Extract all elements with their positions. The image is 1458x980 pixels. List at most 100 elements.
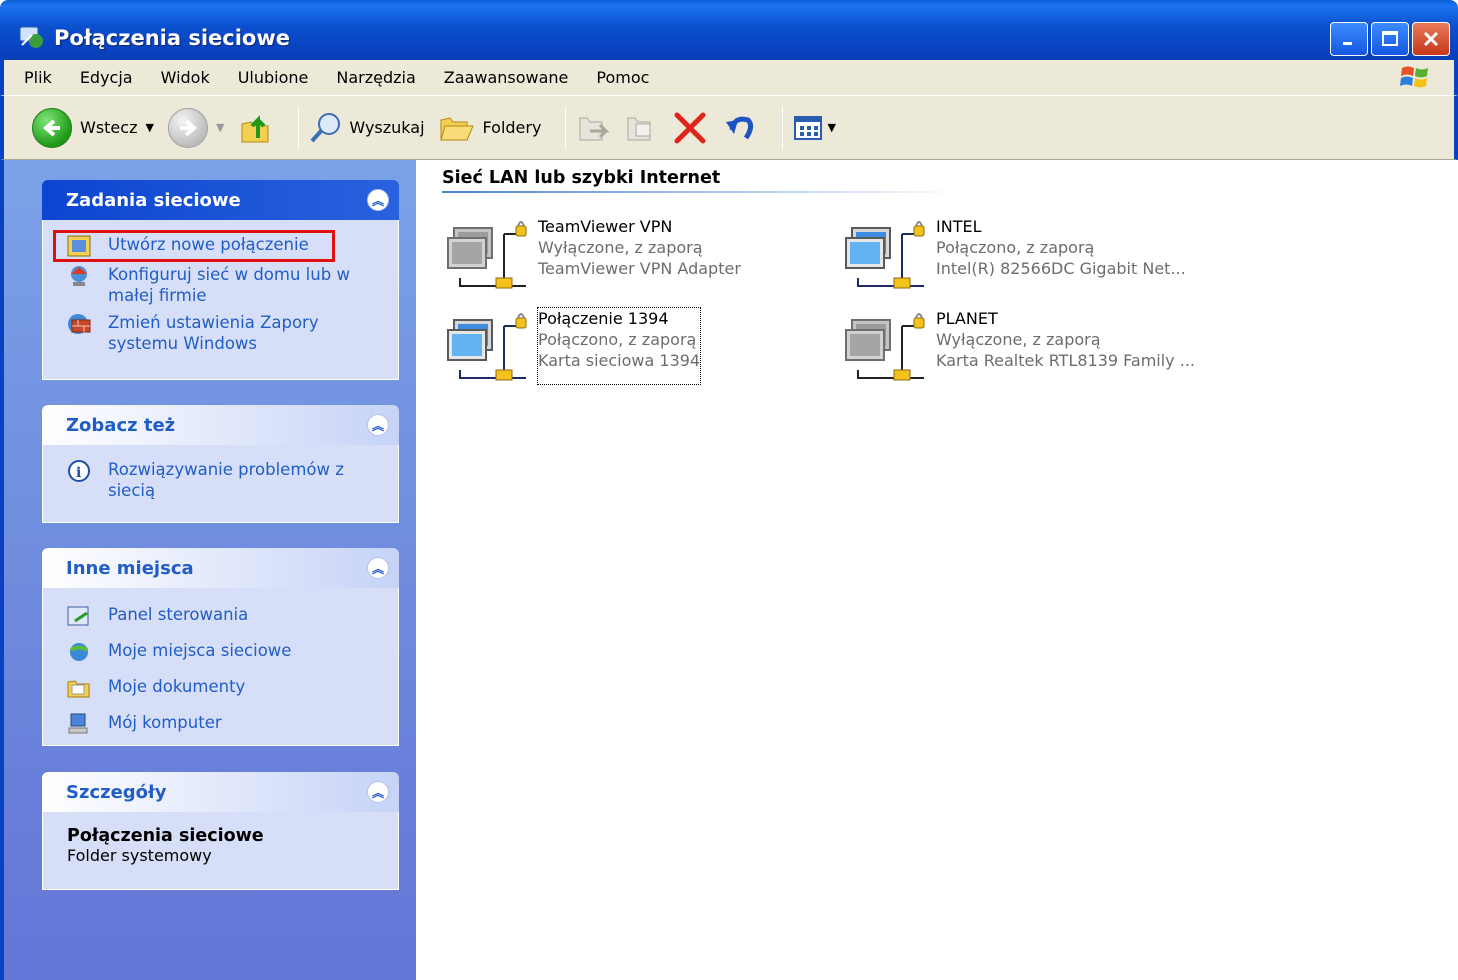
network-connection-disabled-icon [444, 214, 534, 292]
connection-adapter: Karta Realtek RTL8139 Family ... [936, 351, 1195, 370]
place-control-panel[interactable]: Panel sterowania [65, 604, 388, 628]
place-label: Panel sterowania [108, 605, 249, 624]
new-connection-icon [65, 234, 93, 258]
other-places-header[interactable]: Inne miejsca ︽ [42, 548, 399, 588]
collapse-icon[interactable]: ︽ [367, 189, 389, 211]
task-label: Utwórz nowe połączenie [108, 235, 309, 254]
folders-icon [439, 116, 474, 140]
network-connection-enabled-icon [444, 306, 534, 384]
close-button[interactable] [1412, 22, 1450, 56]
see-also-panel: Zobacz też ︽ i Rozwiązywanie problemów z… [42, 405, 399, 523]
other-places-title: Inne miejsca [66, 557, 194, 579]
menu-advanced[interactable]: Zaawansowane [444, 68, 569, 87]
place-label: Moje dokumenty [108, 677, 246, 696]
task-label: Rozwiązywanie problemów z siecią [108, 460, 344, 500]
connection-adapter: Karta sieciowa 1394 [538, 351, 701, 370]
connection-item[interactable]: TeamViewer VPN Wyłączone, z zaporą TeamV… [444, 214, 741, 292]
undo-icon [726, 116, 754, 139]
menu-help[interactable]: Pomoc [596, 68, 649, 87]
minimize-button[interactable] [1330, 22, 1368, 56]
toolbar-separator [782, 105, 784, 150]
control-panel-icon [65, 604, 93, 628]
folders-button[interactable]: Foldery [439, 112, 541, 144]
details-title: Szczegóły [66, 781, 167, 803]
back-dropdown-icon[interactable]: ▼ [145, 121, 153, 134]
task-firewall-settings[interactable]: Zmień ustawienia Zapory systemu Windows [65, 312, 388, 354]
network-places-icon [65, 640, 93, 664]
menu-bar: Plik Edycja Widok Ulubione Narzędzia Zaa… [0, 60, 1458, 96]
collapse-icon[interactable]: ︽ [367, 781, 389, 803]
menu-favorites[interactable]: Ulubione [238, 68, 309, 87]
collapse-icon[interactable]: ︽ [367, 557, 389, 579]
windows-logo-icon [1400, 64, 1430, 90]
back-button[interactable]: Wstecz ▼ [32, 107, 154, 148]
home-network-icon [65, 264, 93, 288]
forward-dropdown-icon[interactable]: ▼ [216, 121, 224, 134]
toolbar-separator [298, 105, 300, 150]
connection-status: Wyłączone, z zaporą [936, 330, 1101, 349]
copy-to-icon [627, 117, 651, 140]
place-my-documents[interactable]: Moje dokumenty [65, 676, 388, 700]
views-dropdown-icon[interactable]: ▼ [827, 121, 835, 134]
views-button[interactable]: ▼ [793, 114, 836, 142]
firewall-icon [65, 312, 93, 336]
toolbar-separator [565, 105, 567, 150]
network-connection-disabled-icon [842, 306, 932, 384]
computer-icon [65, 712, 93, 736]
network-tasks-title: Zadania sieciowe [66, 189, 241, 211]
connection-adapter: Intel(R) 82566DC Gigabit Net... [936, 259, 1186, 278]
up-folder-button[interactable] [238, 110, 274, 146]
menu-tools[interactable]: Narzędzia [336, 68, 415, 87]
see-also-header[interactable]: Zobacz też ︽ [42, 405, 399, 445]
task-label: Konfiguruj sieć w domu lub w małej firmi… [108, 265, 350, 305]
details-header[interactable]: Szczegóły ︽ [42, 772, 399, 812]
task-pane: Zadania sieciowe ︽ Utwórz nowe połączeni… [0, 160, 416, 980]
details-panel: Szczegóły ︽ Połączenia sieciowe Folder s… [42, 772, 399, 890]
connection-item[interactable]: PLANET Wyłączone, z zaporą Karta Realtek… [842, 306, 1195, 384]
search-button[interactable]: Wyszukaj [309, 111, 425, 145]
connection-status: Połączono, z zaporą [538, 330, 697, 349]
undo-button[interactable] [722, 110, 758, 146]
connection-status: Wyłączone, z zaporą [538, 238, 703, 257]
task-label: Zmień ustawienia Zapory systemu Windows [108, 313, 319, 353]
place-my-computer[interactable]: Mój komputer [65, 712, 388, 736]
info-icon: i [65, 459, 93, 483]
title-bar[interactable]: Połączenia sieciowe [0, 0, 1458, 60]
move-to-button[interactable] [576, 112, 611, 144]
forward-button[interactable]: ▼ [167, 107, 224, 148]
documents-folder-icon [65, 676, 93, 700]
connection-name: INTEL [936, 217, 982, 236]
up-folder-icon [241, 114, 269, 142]
menu-edit[interactable]: Edycja [80, 68, 133, 87]
place-my-network[interactable]: Moje miejsca sieciowe [65, 640, 388, 664]
copy-to-button[interactable] [624, 112, 658, 144]
window-title: Połączenia sieciowe [54, 26, 290, 50]
place-label: Mój komputer [108, 713, 222, 732]
network-connection-enabled-icon [842, 214, 932, 292]
details-type: Folder systemowy [67, 846, 212, 865]
svg-text:i: i [76, 465, 81, 481]
delete-button[interactable] [672, 110, 708, 146]
search-icon [310, 112, 341, 142]
back-label: Wstecz [80, 118, 138, 137]
connection-name: Połączenie 1394 [538, 309, 669, 328]
collapse-icon[interactable]: ︽ [367, 414, 389, 436]
place-label: Moje miejsca sieciowe [108, 641, 292, 660]
group-header: Sieć LAN lub szybki Internet [442, 168, 721, 188]
group-header-divider [442, 191, 962, 193]
see-also-title: Zobacz też [66, 414, 176, 436]
maximize-button[interactable] [1371, 22, 1409, 56]
network-tasks-panel: Zadania sieciowe ︽ Utwórz nowe połączeni… [42, 180, 399, 380]
connection-item-selected[interactable]: Połączenie 1394 Połączono, z zaporą Kart… [444, 306, 702, 385]
forward-arrow-icon [167, 107, 208, 148]
connection-name: PLANET [936, 309, 998, 328]
network-tasks-header[interactable]: Zadania sieciowe ︽ [42, 180, 399, 220]
connection-name: TeamViewer VPN [538, 217, 673, 236]
connection-adapter: TeamViewer VPN Adapter [538, 259, 741, 278]
task-configure-network[interactable]: Konfiguruj sieć w domu lub w małej firmi… [65, 264, 388, 306]
task-create-connection[interactable]: Utwórz nowe połączenie [53, 230, 335, 262]
menu-view[interactable]: Widok [161, 68, 210, 87]
connection-item[interactable]: INTEL Połączono, z zaporą Intel(R) 82566… [842, 214, 1186, 292]
task-troubleshoot[interactable]: i Rozwiązywanie problemów z siecią [65, 459, 388, 501]
menu-file[interactable]: Plik [24, 68, 52, 87]
